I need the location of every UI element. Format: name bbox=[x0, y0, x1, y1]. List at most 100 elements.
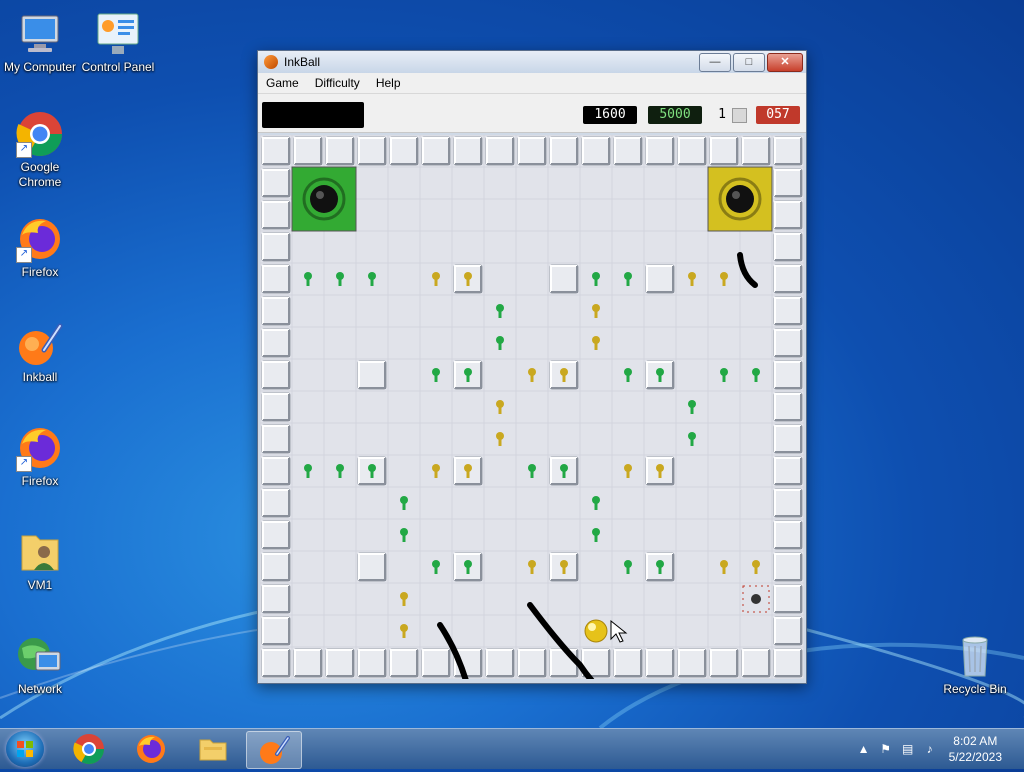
chrome-icon bbox=[73, 734, 104, 765]
ball-queue-display bbox=[262, 102, 364, 128]
wall-block bbox=[293, 648, 323, 678]
user-folder-icon bbox=[16, 528, 64, 576]
wall-block bbox=[261, 328, 291, 358]
wall-block bbox=[357, 552, 387, 582]
clock-date: 5/22/2023 bbox=[948, 750, 1002, 764]
shortcut-arrow-icon: ↗ bbox=[16, 247, 32, 263]
window-titlebar[interactable]: InkBall — □ ✕ bbox=[258, 51, 806, 73]
wall-block bbox=[485, 136, 515, 166]
wall-block bbox=[773, 488, 803, 518]
target-score-counter: 5000 bbox=[648, 106, 702, 124]
game-board-canvas[interactable] bbox=[260, 135, 804, 679]
start-button[interactable] bbox=[6, 731, 44, 767]
wall-block bbox=[293, 136, 323, 166]
clock[interactable]: 8:02 AM 5/22/2023 bbox=[949, 733, 1002, 765]
inkball-window[interactable]: InkBall — □ ✕ Game Difficulty Help 1600 … bbox=[257, 50, 807, 684]
wall-block bbox=[549, 648, 579, 678]
folder-icon bbox=[199, 739, 227, 761]
taskbar-firefox[interactable] bbox=[124, 731, 178, 767]
wall-block bbox=[773, 584, 803, 614]
desktop-icon-vm1[interactable]: VM1 bbox=[0, 528, 80, 593]
desktop-icon-firefox[interactable]: ↗ Firefox bbox=[0, 215, 80, 280]
wall-block bbox=[421, 136, 451, 166]
shortcut-arrow-icon: ↗ bbox=[16, 456, 32, 472]
wall-block bbox=[261, 232, 291, 262]
wall-block bbox=[773, 360, 803, 390]
wall-block bbox=[325, 648, 355, 678]
wall-block bbox=[261, 616, 291, 646]
taskbar-file-explorer[interactable] bbox=[186, 731, 240, 767]
wall-block bbox=[773, 296, 803, 326]
network-icon bbox=[16, 632, 64, 680]
volume-muted-icon[interactable]: ♪ bbox=[923, 742, 937, 756]
wall-block bbox=[741, 136, 771, 166]
wall-block bbox=[261, 488, 291, 518]
wall-block bbox=[773, 328, 803, 358]
wall-block bbox=[261, 200, 291, 230]
menu-help[interactable]: Help bbox=[368, 76, 409, 90]
wall-block bbox=[773, 424, 803, 454]
goal-hole bbox=[310, 185, 338, 213]
clock-time: 8:02 AM bbox=[953, 734, 998, 748]
wall-block bbox=[261, 456, 291, 486]
wall-block bbox=[677, 136, 707, 166]
inkball-icon bbox=[264, 55, 278, 69]
taskbar: ▲ ⚑ ▤ ♪ 8:02 AM 5/22/2023 bbox=[0, 728, 1024, 769]
wall-block bbox=[741, 648, 771, 678]
wall-block bbox=[773, 456, 803, 486]
wall-block bbox=[645, 136, 675, 166]
desktop-icon-recycle-bin[interactable]: Recycle Bin bbox=[935, 632, 1015, 697]
show-hidden-icons-icon[interactable]: ▲ bbox=[857, 742, 871, 756]
computer-icon bbox=[16, 10, 64, 58]
window-title: InkBall bbox=[284, 55, 321, 69]
wall-block bbox=[517, 136, 547, 166]
desktop-icon-network[interactable]: Network bbox=[0, 632, 80, 697]
wall-block bbox=[613, 648, 643, 678]
wall-block bbox=[261, 520, 291, 550]
system-tray: ▲ ⚑ ▤ ♪ 8:02 AM 5/22/2023 bbox=[853, 729, 1024, 769]
menu-difficulty[interactable]: Difficulty bbox=[307, 76, 368, 90]
desktop-icon-firefox-2[interactable]: ↗ Firefox bbox=[0, 424, 80, 489]
firefox-icon: ↗ bbox=[16, 215, 64, 263]
time-counter: 057 bbox=[756, 106, 800, 124]
wall-block bbox=[773, 616, 803, 646]
goal-hole bbox=[726, 185, 754, 213]
taskbar-chrome[interactable] bbox=[62, 731, 116, 767]
wall-block bbox=[453, 136, 483, 166]
close-button[interactable]: ✕ bbox=[767, 53, 803, 72]
wall-block bbox=[261, 648, 291, 678]
wall-block bbox=[261, 360, 291, 390]
level-counter: 1 bbox=[718, 107, 726, 122]
taskbar-inkball[interactable] bbox=[246, 731, 302, 769]
wall-block bbox=[645, 648, 675, 678]
maximize-button[interactable]: □ bbox=[733, 53, 765, 72]
desktop-icon-control-panel[interactable]: Control Panel bbox=[78, 10, 158, 75]
wall-block bbox=[357, 360, 387, 390]
wall-block bbox=[773, 200, 803, 230]
network-status-icon[interactable]: ▤ bbox=[901, 742, 915, 756]
wall-block bbox=[517, 648, 547, 678]
wall-block bbox=[645, 264, 675, 294]
desktop-icon-chrome[interactable]: ↗ Google Chrome bbox=[0, 110, 80, 190]
wall-block bbox=[773, 136, 803, 166]
wall-block bbox=[549, 136, 579, 166]
wall-block bbox=[773, 392, 803, 422]
wall-block bbox=[581, 136, 611, 166]
wall-block bbox=[261, 584, 291, 614]
wall-block bbox=[773, 552, 803, 582]
wall-block bbox=[261, 552, 291, 582]
desktop-icon-my-computer[interactable]: My Computer bbox=[0, 10, 80, 75]
wall-block bbox=[261, 168, 291, 198]
menu-game[interactable]: Game bbox=[258, 76, 307, 90]
action-center-icon[interactable]: ⚑ bbox=[879, 742, 893, 756]
desktop-icon-inkball[interactable]: Inkball bbox=[0, 320, 80, 385]
yellow-ball bbox=[584, 619, 608, 643]
firefox-icon bbox=[137, 735, 165, 763]
minimize-button[interactable]: — bbox=[699, 53, 731, 72]
level-indicator-box bbox=[732, 108, 747, 123]
game-board[interactable] bbox=[260, 135, 804, 679]
wall-block bbox=[773, 264, 803, 294]
wall-block bbox=[773, 520, 803, 550]
wall-block bbox=[773, 232, 803, 262]
wall-block bbox=[261, 424, 291, 454]
